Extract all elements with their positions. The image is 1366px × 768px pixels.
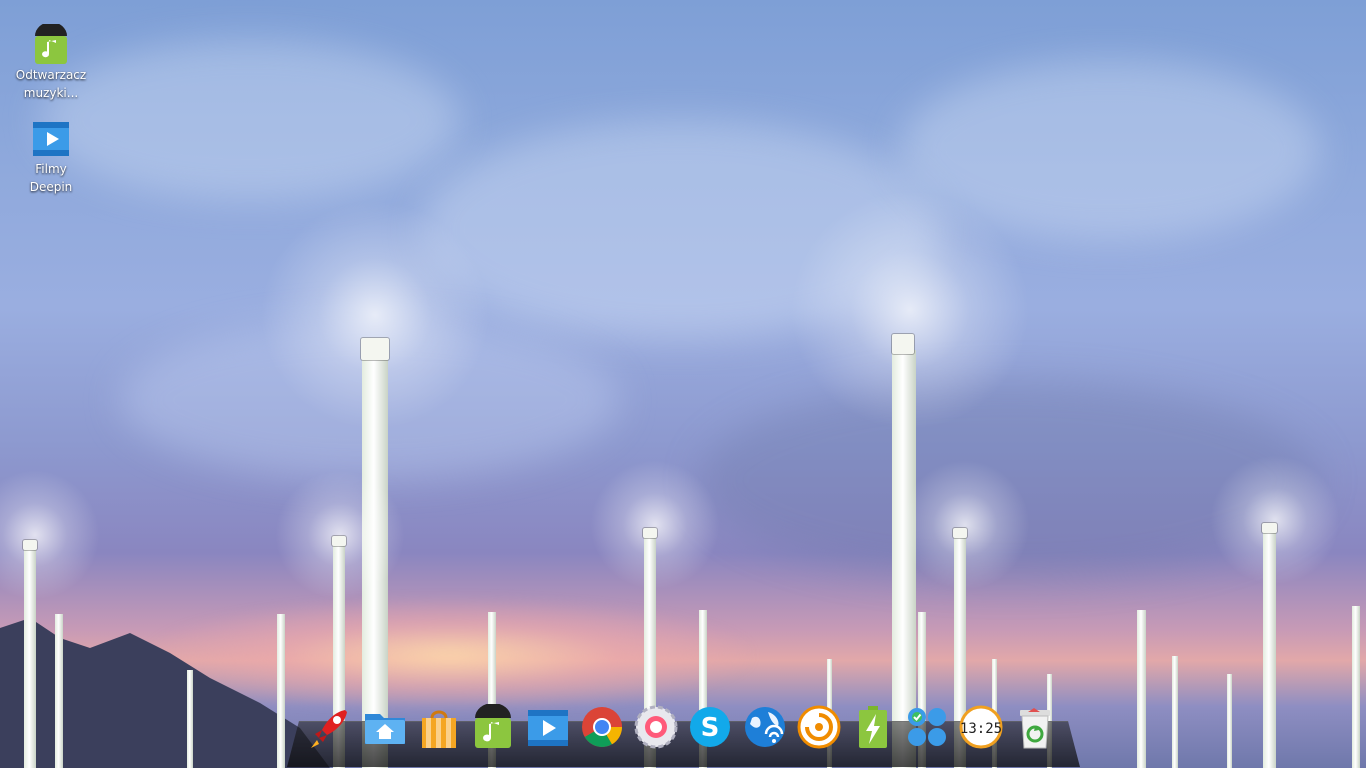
battery-icon bbox=[859, 706, 887, 748]
gear-icon bbox=[634, 705, 678, 749]
trash-icon bbox=[1020, 708, 1050, 749]
video-player-icon bbox=[31, 118, 71, 158]
shopping-bag-icon bbox=[422, 710, 456, 748]
dock-item-chrome[interactable] bbox=[579, 704, 625, 750]
dock-item-music-player[interactable] bbox=[470, 704, 516, 750]
music-note-icon bbox=[31, 22, 71, 64]
clock-text: 13:25 bbox=[960, 721, 1002, 737]
dock-item-movie-player[interactable] bbox=[525, 704, 571, 750]
dock-item-software-store[interactable] bbox=[416, 704, 462, 750]
dock-item-skype[interactable]: S bbox=[687, 704, 733, 750]
dock-item-system-settings[interactable] bbox=[633, 704, 679, 750]
dock-item-clock[interactable]: 13:25 bbox=[958, 704, 1004, 750]
globe-wifi-icon bbox=[745, 707, 785, 747]
dock-item-network[interactable] bbox=[742, 704, 788, 750]
dock-item-applets[interactable] bbox=[904, 704, 950, 750]
rocket-icon bbox=[311, 710, 347, 748]
dock: S 13:25 bbox=[287, 704, 1080, 768]
cloud bbox=[40, 40, 460, 200]
dock-item-launcher[interactable] bbox=[307, 704, 353, 750]
desktop-icon-deepin-movie[interactable]: Filmy Deepin bbox=[9, 118, 93, 196]
music-note-icon bbox=[475, 704, 511, 748]
home-folder-icon bbox=[365, 714, 405, 744]
video-player-icon bbox=[528, 710, 568, 746]
clock-icon: 13:25 bbox=[959, 705, 1003, 749]
dock-item-trash[interactable] bbox=[1012, 704, 1058, 750]
desktop-icon-music-player[interactable]: Odtwarzacz muzyki... bbox=[9, 22, 93, 102]
dock-item-file-manager[interactable] bbox=[362, 704, 408, 750]
desktop-icon-label: Filmy Deepin bbox=[29, 162, 73, 194]
skype-icon: S bbox=[690, 707, 730, 747]
desktop-icon-label: Odtwarzacz muzyki... bbox=[15, 68, 87, 100]
svg-text:S: S bbox=[701, 713, 720, 743]
refresh-icon bbox=[797, 705, 841, 749]
dock-item-update[interactable] bbox=[796, 704, 842, 750]
grid-icon bbox=[908, 708, 946, 746]
desktop-wallpaper: Odtwarzacz muzyki... Filmy Deepin S 13:2… bbox=[0, 0, 1366, 768]
dock-item-power[interactable] bbox=[850, 704, 896, 750]
chrome-icon bbox=[582, 707, 622, 747]
